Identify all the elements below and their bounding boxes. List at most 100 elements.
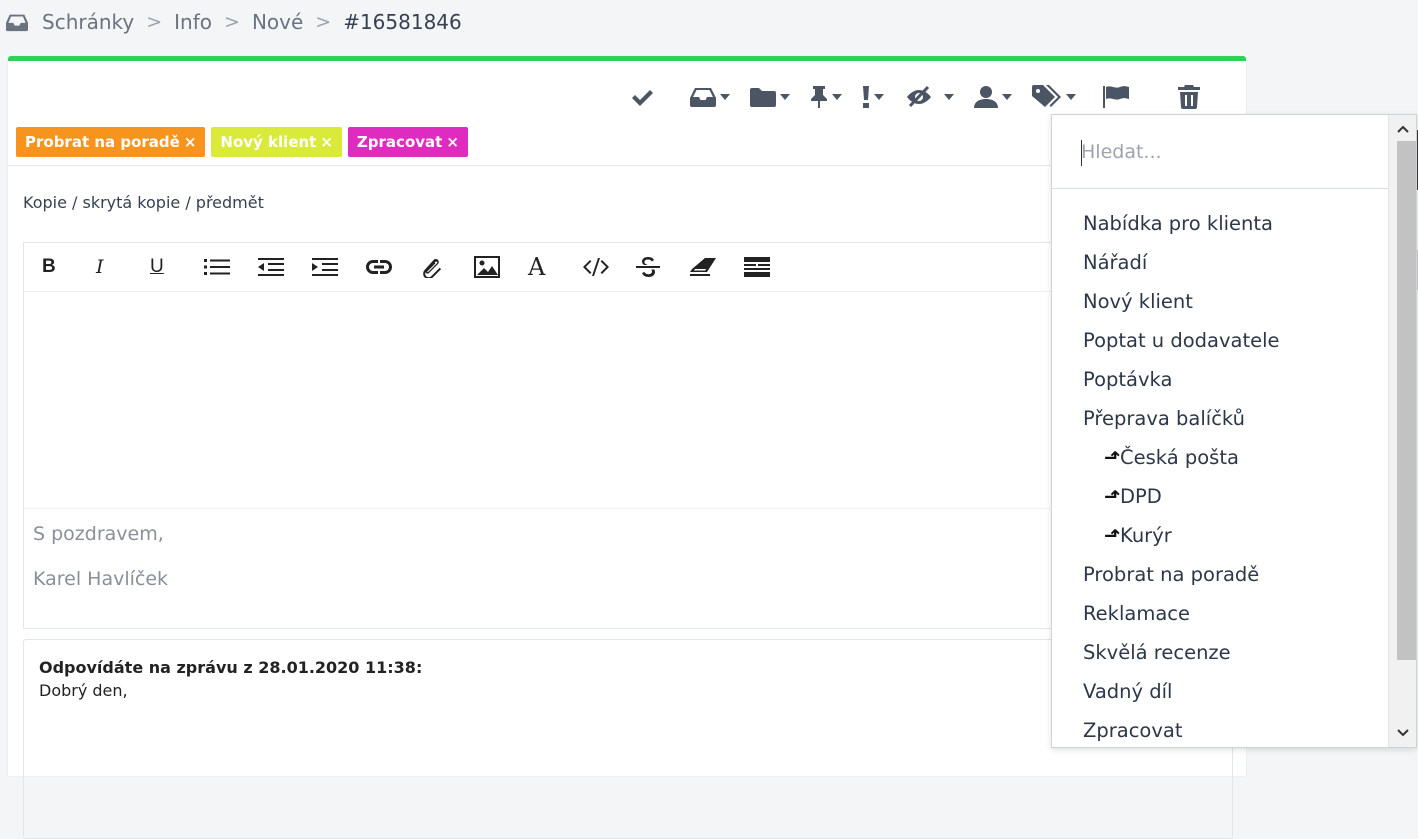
cc-bcc-subject-link[interactable]: Kopie / skrytá kopie / předmět	[23, 193, 264, 212]
outdent-button[interactable]	[254, 250, 308, 284]
user-icon	[974, 86, 998, 108]
flag-icon	[1103, 86, 1129, 108]
image-icon	[474, 256, 500, 278]
tag-option[interactable]: Reklamace	[1052, 594, 1390, 633]
delete-button[interactable]	[1140, 79, 1210, 115]
signature-name: Karel Havlíček	[33, 568, 169, 590]
folder-button[interactable]	[740, 79, 800, 115]
tag-option-label: Zpracovat	[1083, 719, 1183, 742]
tag-option[interactable]: Probrat na poradě	[1052, 555, 1390, 594]
move-inbox-button[interactable]	[680, 79, 740, 115]
bold-button[interactable]: B	[38, 250, 92, 284]
tag-option-label: Česká pošta	[1120, 446, 1239, 469]
scrollbar-thumb[interactable]	[1397, 141, 1416, 660]
subtag-arrow-icon: ⬏	[1104, 485, 1121, 508]
subtag-arrow-icon: ⬏	[1104, 446, 1121, 469]
tag-option-label: Poptávka	[1083, 368, 1173, 391]
tag-label: Zpracovat	[356, 133, 443, 151]
visibility-button[interactable]	[894, 79, 964, 115]
tag-option[interactable]: Zpracovat	[1052, 711, 1390, 747]
tag-suboption[interactable]: ⬏DPD	[1052, 477, 1390, 516]
attachment-button[interactable]	[416, 250, 470, 284]
list-icon	[204, 259, 230, 275]
tag-option[interactable]: Přeprava balíčků	[1052, 399, 1390, 438]
remove-tag-icon[interactable]: ×	[446, 133, 459, 151]
tag-option[interactable]: Poptávka	[1052, 360, 1390, 399]
tag-option[interactable]: Nářadí	[1052, 243, 1390, 282]
visibility-icon	[907, 86, 931, 108]
tag-dropdown: Nabídka pro klienta Nářadí Nový klient P…	[1051, 114, 1417, 748]
breadcrumb-item-info[interactable]: Info	[174, 10, 212, 34]
remove-tag-icon[interactable]: ×	[320, 133, 333, 151]
tag-label: Probrat na poradě	[25, 133, 180, 151]
indent-icon	[312, 258, 338, 276]
reply-body: Dobrý den,	[39, 681, 128, 700]
strikethrough-button[interactable]	[632, 250, 686, 284]
breadcrumb-item-schranky[interactable]: Schránky	[42, 10, 134, 34]
tags-button[interactable]	[1022, 79, 1086, 115]
code-button[interactable]	[578, 250, 632, 284]
ticket-id: #16581846	[343, 10, 462, 34]
tag-badge[interactable]: Nový klient ×	[211, 127, 342, 157]
font-icon: A	[528, 253, 546, 281]
inbox-icon	[690, 88, 716, 107]
tag-option[interactable]: Skvělá recenze	[1052, 633, 1390, 672]
priority-button[interactable]	[852, 79, 894, 115]
font-button[interactable]: A	[524, 250, 578, 284]
reply-header: Odpovídáte na zprávu z 28.01.2020 11:38:	[39, 658, 423, 677]
assign-user-button[interactable]	[964, 79, 1022, 115]
paperclip-icon	[423, 258, 442, 278]
underline-icon: U	[150, 256, 164, 277]
link-icon	[366, 260, 392, 274]
bullet-list-button[interactable]	[200, 250, 254, 284]
tag-badge[interactable]: Probrat na poradě ×	[16, 127, 206, 157]
tag-option-label: Vadný díl	[1083, 680, 1173, 703]
tag-option-label: Nářadí	[1083, 251, 1148, 274]
code-icon	[583, 258, 609, 276]
check-icon	[632, 90, 653, 106]
strikethrough-icon	[636, 257, 660, 277]
tag-list: Probrat na poradě × Nový klient × Zpracova…	[16, 127, 468, 157]
tag-label: Nový klient	[220, 133, 317, 151]
tag-option-label: Přeprava balíčků	[1083, 407, 1245, 430]
bold-icon: B	[42, 256, 56, 277]
tag-suboption[interactable]: ⬏Česká pošta	[1052, 438, 1390, 477]
indent-button[interactable]	[308, 250, 362, 284]
tag-option-label: Nabídka pro klienta	[1083, 212, 1273, 235]
flag-button[interactable]	[1086, 79, 1140, 115]
tags-icon	[1032, 85, 1061, 107]
scroll-up-icon[interactable]	[1389, 117, 1416, 141]
insert-image-button[interactable]	[470, 250, 524, 284]
remove-tag-icon[interactable]: ×	[184, 133, 197, 151]
tag-search-input[interactable]	[1081, 137, 1361, 167]
breadcrumb-separator: >	[224, 11, 240, 33]
subtag-arrow-icon: ⬏	[1104, 524, 1121, 547]
tag-option-label: Reklamace	[1083, 602, 1190, 625]
chevron-down-icon	[874, 94, 884, 100]
resolve-button[interactable]	[620, 79, 680, 115]
breadcrumb-separator: >	[146, 11, 163, 33]
tag-option[interactable]: Vadný díl	[1052, 672, 1390, 711]
scroll-down-icon[interactable]	[1389, 721, 1416, 745]
chevron-down-icon	[780, 94, 790, 100]
chevron-down-icon	[1002, 94, 1012, 100]
breadcrumb-separator: >	[315, 11, 332, 33]
tag-badge[interactable]: Zpracovat ×	[347, 127, 468, 157]
tag-option[interactable]: Nový klient	[1052, 282, 1390, 321]
pin-button[interactable]	[800, 79, 852, 115]
ticket-toolbar	[620, 79, 1210, 115]
chevron-down-icon	[1066, 94, 1076, 100]
tag-option[interactable]: Poptat u dodavatele	[1052, 321, 1390, 360]
chevron-down-icon	[944, 94, 954, 100]
pin-icon	[811, 86, 827, 108]
breadcrumb-item-nove[interactable]: Nové	[252, 10, 303, 34]
template-button[interactable]	[740, 250, 794, 284]
link-button[interactable]	[362, 250, 416, 284]
tag-option[interactable]: Nabídka pro klienta	[1052, 204, 1390, 243]
dropdown-scrollbar[interactable]	[1388, 115, 1416, 747]
tag-suboption[interactable]: ⬏Kurýr	[1052, 516, 1390, 555]
clear-format-button[interactable]	[686, 250, 740, 284]
tag-option-label: Probrat na poradě	[1083, 563, 1260, 586]
italic-button[interactable]: I	[92, 250, 146, 284]
underline-button[interactable]: U	[146, 250, 200, 284]
